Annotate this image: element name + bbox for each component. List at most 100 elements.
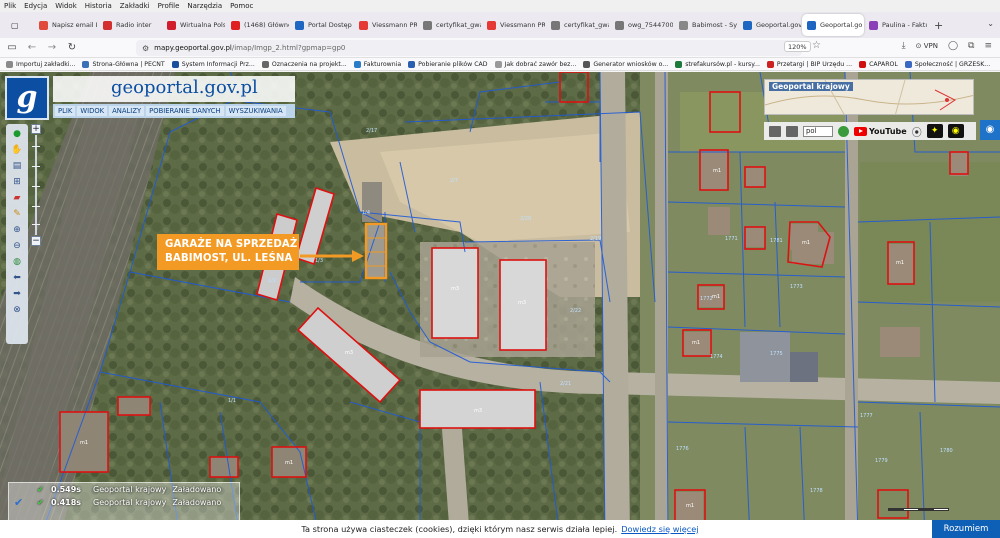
menu-zakladki[interactable]: Zakładki [120,2,150,10]
zoom-level[interactable]: 120% [784,41,811,52]
bookmark-item[interactable]: Generator wniosków o... [583,60,668,68]
tab-favicon-icon [743,20,752,30]
select-icon[interactable]: ⊞ [11,176,24,188]
browser-tab[interactable]: certyfikat_gwar [546,14,610,36]
zoom-minus-button[interactable]: − [31,236,41,246]
bookmark-item[interactable]: strefakursów.pl - kursy... [675,60,760,68]
vpn-label: VPN [923,42,938,50]
accessibility-icon[interactable]: ⦿ [912,124,922,139]
browser-tab[interactable]: Viessmann PRO [354,14,418,36]
bookmark-item[interactable]: Pobieranie plików CAD [408,60,488,68]
parcel-label: 1/2 [268,278,276,284]
tab-label: Wirtualna Polsk [180,21,226,29]
tab-label: Radio inter [116,21,152,29]
window-icon[interactable] [786,125,798,137]
geoportal-logo[interactable]: g [5,76,49,120]
bookmark-item[interactable]: Fakturownia [353,60,401,68]
menu-pobieranie-button[interactable]: POBIERANIE DANYCH [146,106,224,116]
site-info-icon[interactable]: ⚙ [142,44,149,53]
browser-tab[interactable]: Radio inter [98,14,162,36]
browser-tab[interactable]: (1468) Główne [226,14,290,36]
language-select[interactable]: pol [803,125,833,137]
browser-tab[interactable]: Paulina - Faktu [864,14,928,36]
map-viewport[interactable]: 2/17 2/7 2/19 2/20 2/21 2/22 1771 1772 1… [0,72,1000,538]
next-view-icon[interactable]: ➡ [11,288,24,300]
menu-historia[interactable]: Historia [85,2,112,10]
measure-icon[interactable]: ✎ [11,208,24,220]
print-icon[interactable]: ▰ [11,192,24,204]
zoom-tick [32,166,40,167]
side-panel-eye-button[interactable]: ◉ [980,120,1000,140]
parcel-label: 2/21 [560,381,571,387]
browser-tab[interactable]: Geoportal.gov.p [738,14,802,36]
browser-tab[interactable]: Viessmann PRO [482,14,546,36]
eye-icon[interactable]: ◉ [947,124,964,138]
annotation-callout: GARAŻE NA SPRZEDAŻ BABIMOST, UL. LEŚNA [157,234,299,270]
aerial-map[interactable]: 2/17 2/7 2/19 2/20 2/21 2/22 1771 1772 1… [0,72,1000,538]
bookmark-item[interactable]: Przetargi | BIP Urzędu ... [766,60,852,68]
zoom-out-icon[interactable]: ⊖ [11,240,24,252]
overview-map[interactable]: Geoportal krajowy [764,79,974,115]
building-label: m1 [80,440,88,446]
bookmark-item[interactable]: System Informacji Prz... [171,60,255,68]
browser-tab[interactable]: certyfikat_gwar [418,14,482,36]
menu-plik[interactable]: Plik [4,2,16,10]
contrast-toggle-icon[interactable]: ✦ [926,124,943,138]
zoom-slider[interactable]: + − [31,124,41,248]
zoom-plus-button[interactable]: + [31,124,41,134]
browser-tab[interactable]: Geoportal.go× [802,14,864,36]
pan-hand-icon[interactable]: ✋ [11,144,24,156]
zoom-track[interactable] [35,135,37,235]
tab-favicon-icon [39,20,48,30]
help-icon[interactable] [838,125,849,137]
list-all-tabs-icon[interactable]: ⌄ [987,19,994,28]
cookie-more-link[interactable]: Dowiedz się więcej [621,524,698,534]
account-icon[interactable]: ◯ [948,41,958,51]
tab-favicon-icon [869,20,878,30]
bookmark-item[interactable]: Społeczność | GRZESK... [904,60,990,68]
browser-tab[interactable]: Babimost - Syst [674,14,738,36]
menu-widok-button[interactable]: WIDOK [77,106,108,116]
bookmark-star-icon[interactable]: ☆ [812,40,821,51]
browser-tab[interactable]: Portal Dostęp [290,14,354,36]
previous-view-icon[interactable]: ⬅ [11,272,24,284]
reload-button[interactable]: ↻ [66,42,78,53]
menu-profile[interactable]: Profile [158,2,180,10]
vpn-button[interactable]: ⊙ VPN [916,42,938,50]
sidebar-toggle-icon[interactable]: ▭ [6,42,18,53]
extensions-icon[interactable]: ⧉ [968,41,974,51]
menu-narzedzia[interactable]: Narzędzia [187,2,222,10]
menu-icon[interactable]: ≡ [984,41,992,51]
parcel-label: 1779 [875,458,888,464]
zoom-in-icon[interactable]: ⊕ [11,224,24,236]
menu-pomoc[interactable]: Pomoc [230,2,253,10]
url-bar[interactable]: ⚙ mapy.geoportal.gov.pl/imap/Imgp_2.html… [136,40,802,56]
globe-icon[interactable]: ◍ [11,256,24,268]
cookie-accept-button[interactable]: Rozumiem [932,520,1000,538]
printer-icon[interactable] [769,125,781,137]
tab-list-icon[interactable]: ▢ [6,14,34,36]
layers-icon[interactable]: ▤ [11,160,24,172]
menu-analizy-button[interactable]: ANALIZY [109,106,145,116]
menu-widok[interactable]: Widok [55,2,77,10]
youtube-link[interactable]: YouTube [854,126,907,136]
full-extent-icon[interactable]: ⊗ [11,304,24,316]
menu-edycja[interactable]: Edycja [24,2,47,10]
forward-button[interactable]: → [46,42,58,53]
browser-tab[interactable]: owg_7544700 [610,14,674,36]
info-icon[interactable]: ● [11,128,24,140]
menu-wyszukiwania-button[interactable]: WYSZUKIWANIA [225,106,286,116]
browser-tab[interactable]: Napisz email D [34,14,98,36]
geoportal-header: g geoportal.gov.pl PLIK WIDOK ANALIZY PO… [5,76,295,120]
bookmark-item[interactable]: Importuj zakładki... [6,60,75,68]
menu-plik-button[interactable]: PLIK [55,106,76,116]
navigation-bar: ▭ ← → ↻ ⚙ mapy.geoportal.gov.pl/imap/Img… [0,38,1000,58]
bookmark-item[interactable]: Oznaczenia na projekt... [261,60,347,68]
downloads-icon[interactable]: ⤓ [902,41,906,51]
bookmark-item[interactable]: CAPAROL [859,60,898,68]
back-button[interactable]: ← [26,42,38,53]
new-tab-button[interactable]: + [928,19,949,32]
bookmark-item[interactable]: Jak dobrać zawór bez... [494,60,576,68]
bookmark-item[interactable]: Strona-Główna | PECNT [82,60,165,68]
browser-tab[interactable]: Wirtualna Polsk [162,14,226,36]
